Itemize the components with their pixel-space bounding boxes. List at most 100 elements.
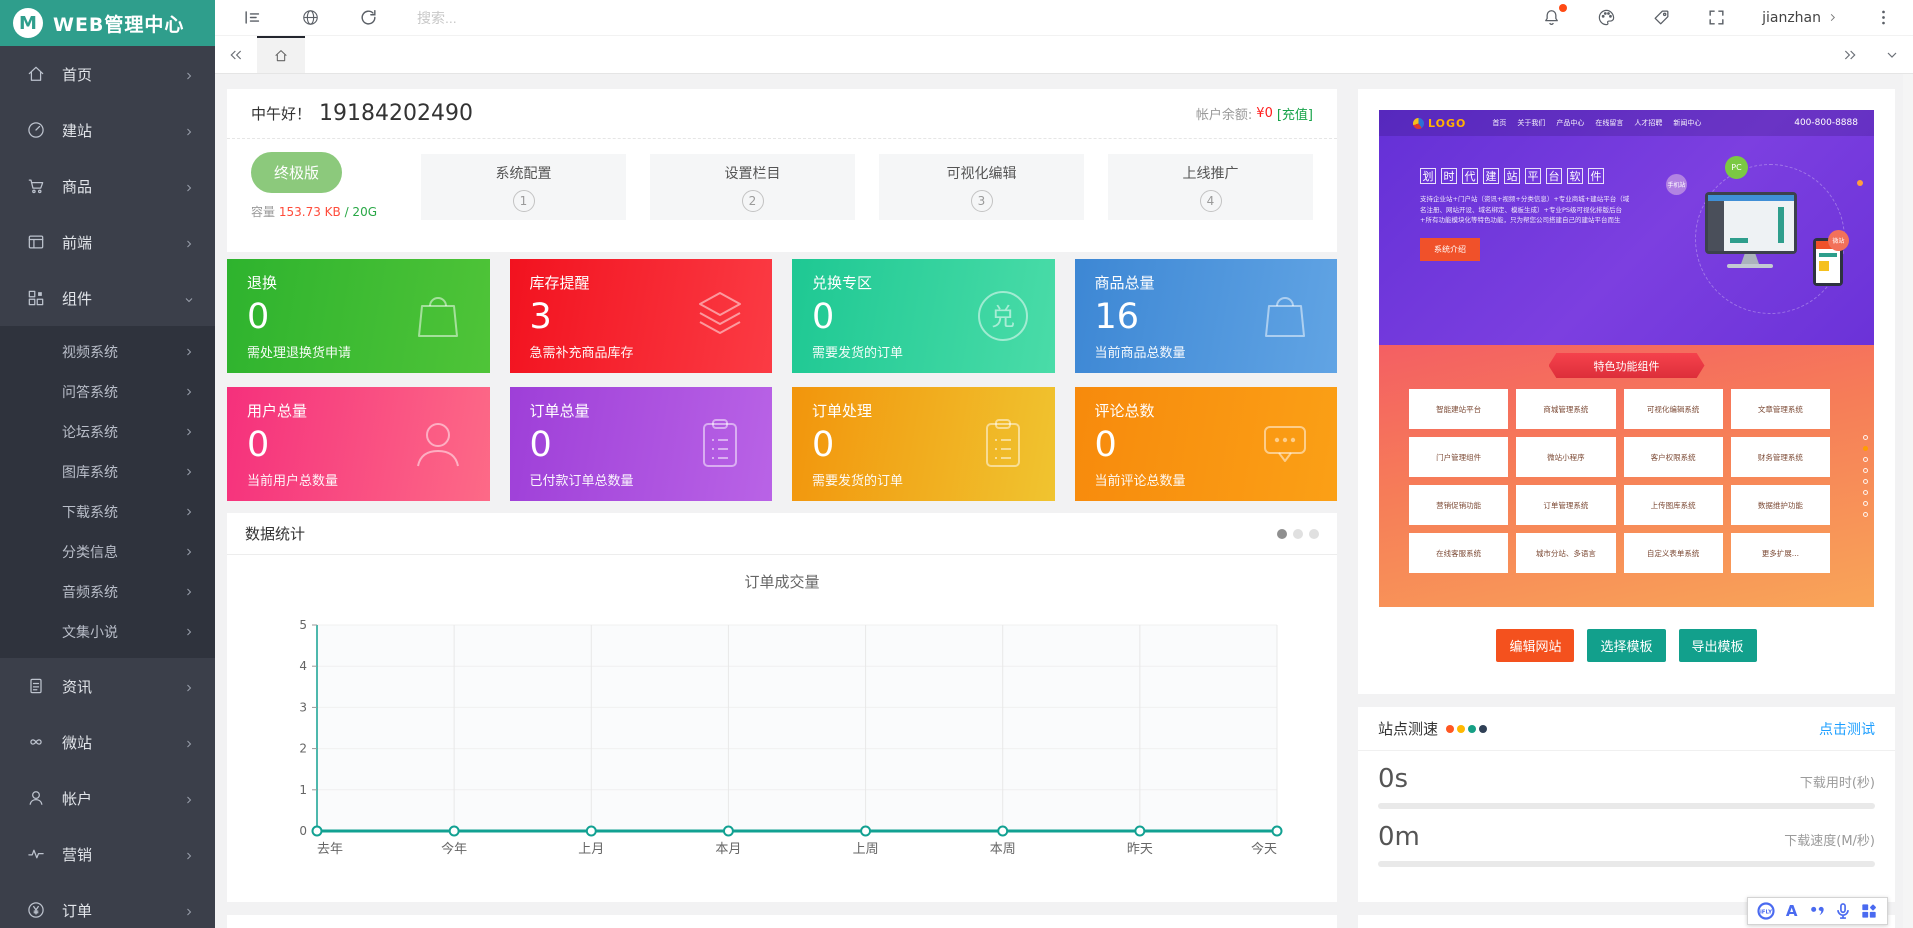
sidebar-item-blocks[interactable]: 组件	[0, 270, 215, 326]
notifications-bell-icon[interactable]	[1542, 8, 1561, 27]
chart-area: 012345去年今年上月本月上周本周昨天今天	[275, 611, 1285, 881]
site-template-preview[interactable]: LOGO 首页关于我们产品中心在线留言人才招聘新闻中心 400-800-8888…	[1379, 110, 1874, 607]
sidebar-item-home[interactable]: 首页	[0, 46, 215, 102]
sidebar-item-label: 组件	[62, 288, 92, 309]
tabs-menu-button[interactable]	[1871, 36, 1913, 73]
sidebar-item-label: 首页	[62, 64, 92, 85]
stat-card-7[interactable]: 订单处理0需要发货的订单	[792, 387, 1055, 501]
sidebar-subitem[interactable]: 下载系统	[0, 492, 215, 532]
sidebar-item-gauge[interactable]: 建站	[0, 102, 215, 158]
tabs-scroll-right-button[interactable]	[1829, 36, 1871, 73]
carousel-dot[interactable]	[1293, 529, 1303, 539]
preview-feature-grid: 智能建站平台商城管理系统可视化编辑系统文章管理系统门户管理组件微站小程序客户权限…	[1409, 389, 1830, 573]
chevron-right-icon	[183, 626, 195, 638]
stat-card-3[interactable]: 兑换专区0需要发货的订单兑	[792, 259, 1055, 373]
stat-card-6[interactable]: 订单总量0已付款订单总数量	[510, 387, 773, 501]
tag-icon[interactable]	[1652, 8, 1671, 27]
carousel-dot[interactable]	[1309, 529, 1319, 539]
capacity-used: 153.73 KB	[279, 205, 341, 219]
sidebar-item-infinity[interactable]: 微站	[0, 714, 215, 770]
fullscreen-icon[interactable]	[1707, 8, 1726, 27]
sidebar-item-yen[interactable]: 订单	[0, 882, 215, 928]
sidebar-subitem[interactable]: 论坛系统	[0, 412, 215, 452]
sidebar-item-label: 前端	[62, 232, 92, 253]
preview-nav-item: 人才招聘	[1634, 118, 1662, 128]
theme-palette-icon[interactable]	[1597, 8, 1616, 27]
sidebar-item-doc[interactable]: 资讯	[0, 658, 215, 714]
ime-punctuation-icon[interactable]	[1807, 901, 1827, 921]
statistics-title: 数据统计	[245, 523, 305, 544]
ime-letter-mode-icon[interactable]: A	[1782, 901, 1802, 921]
version-badge[interactable]: 终极版	[251, 152, 342, 193]
preview-headline-char: 代	[1462, 168, 1478, 184]
setup-step-number: 4	[1200, 190, 1222, 212]
preview-cta-button: 系统介绍	[1420, 238, 1480, 261]
sidebar-item-label: 订单	[62, 900, 92, 921]
sidebar-item-window[interactable]: 前端	[0, 214, 215, 270]
speed-test-metrics: 0s 下载用时(秒) 0m下载速度(M/秒)	[1358, 764, 1895, 867]
run-speed-test-link[interactable]: 点击测试	[1819, 719, 1875, 739]
speed-metric: 0m下载速度(M/秒)	[1358, 822, 1895, 867]
svg-text:4: 4	[299, 659, 307, 673]
speed-metric-row: 0s 下载用时(秒)	[1378, 764, 1875, 794]
preview-pagination-dot	[1863, 446, 1868, 451]
carousel-dot[interactable]	[1277, 529, 1287, 539]
sidebar-submenu: 视频系统问答系统论坛系统图库系统下载系统分类信息音频系统文集小说	[0, 326, 215, 658]
more-menu-icon[interactable]	[1874, 8, 1893, 27]
sidebar-item-user[interactable]: 帐户	[0, 770, 215, 826]
speed-dot	[1457, 725, 1465, 733]
preview-feature-box: 上传图库系统	[1624, 485, 1723, 525]
bag-icon	[1253, 284, 1317, 348]
template-buttons: 编辑网站选择模板导出模板	[1358, 629, 1895, 662]
setup-step[interactable]: 可视化编辑3	[879, 154, 1084, 220]
setup-step[interactable]: 设置栏目2	[650, 154, 855, 220]
sidebar-item-label: 营销	[62, 844, 92, 865]
user-menu[interactable]: jianzhan	[1762, 10, 1838, 26]
sidebar-subitem[interactable]: 音频系统	[0, 572, 215, 612]
search-input[interactable]	[417, 10, 567, 26]
sidebar-item-cart[interactable]: 商品	[0, 158, 215, 214]
sidebar-subitem[interactable]: 问答系统	[0, 372, 215, 412]
choose-template-button[interactable]: 选择模板	[1587, 629, 1665, 662]
setup-step[interactable]: 上线推广4	[1108, 154, 1313, 220]
tab-bar	[215, 36, 1913, 74]
chevron-right-icon	[183, 792, 195, 804]
collapse-menu-icon[interactable]	[243, 8, 262, 27]
setup-step[interactable]: 系统配置1	[421, 154, 626, 220]
svg-text:昨天: 昨天	[1127, 842, 1153, 857]
speed-metric-label: 下载用时(秒)	[1800, 772, 1875, 791]
recharge-link[interactable]: [充值]	[1277, 104, 1313, 123]
sidebar-subitem[interactable]: 视频系统	[0, 332, 215, 372]
chevron-right-icon	[183, 586, 195, 598]
stat-card-4[interactable]: 商品总量16当前商品总数量	[1075, 259, 1338, 373]
sidebar-subitem[interactable]: 文集小说	[0, 612, 215, 652]
sidebar-subitem[interactable]: 图库系统	[0, 452, 215, 492]
setup-step-label: 系统配置	[496, 163, 552, 183]
ime-tools-grid-icon[interactable]	[1859, 901, 1879, 921]
stat-card-8[interactable]: 评论总数0当前评论总数量	[1075, 387, 1338, 501]
stat-card-5[interactable]: 用户总量0当前用户总数量	[227, 387, 490, 501]
svg-text:去年: 去年	[317, 842, 343, 857]
tab-home[interactable]	[257, 36, 305, 73]
globe-icon[interactable]	[301, 8, 320, 27]
chevron-right-icon	[183, 346, 195, 358]
export-template-button[interactable]: 导出模板	[1679, 629, 1757, 662]
chevron-right-icon	[183, 180, 195, 192]
stat-card-1[interactable]: 退换0需处理退换货申请	[227, 259, 490, 373]
ime-microphone-icon[interactable]	[1833, 901, 1853, 921]
speed-metric-value: 0s	[1378, 764, 1408, 794]
sidebar-item-pulse[interactable]: 营销	[0, 826, 215, 882]
svg-text:0: 0	[299, 824, 307, 838]
refresh-icon[interactable]	[359, 8, 378, 27]
preview-phone: 400-800-8888	[1794, 118, 1858, 128]
chart-title: 订单成交量	[227, 571, 1337, 592]
edit-site-button[interactable]: 编辑网站	[1496, 629, 1574, 662]
setup-step-label: 可视化编辑	[947, 163, 1017, 183]
chevron-right-icon	[183, 426, 195, 438]
sidebar-item-label: 帐户	[62, 788, 92, 809]
tabs-scroll-left-button[interactable]	[215, 36, 257, 73]
speed-dot	[1468, 725, 1476, 733]
sidebar-subitem[interactable]: 分类信息	[0, 532, 215, 572]
stat-card-2[interactable]: 库存提醒3急需补充商品库存	[510, 259, 773, 373]
ime-logo-icon[interactable]: iFLY	[1756, 901, 1776, 921]
